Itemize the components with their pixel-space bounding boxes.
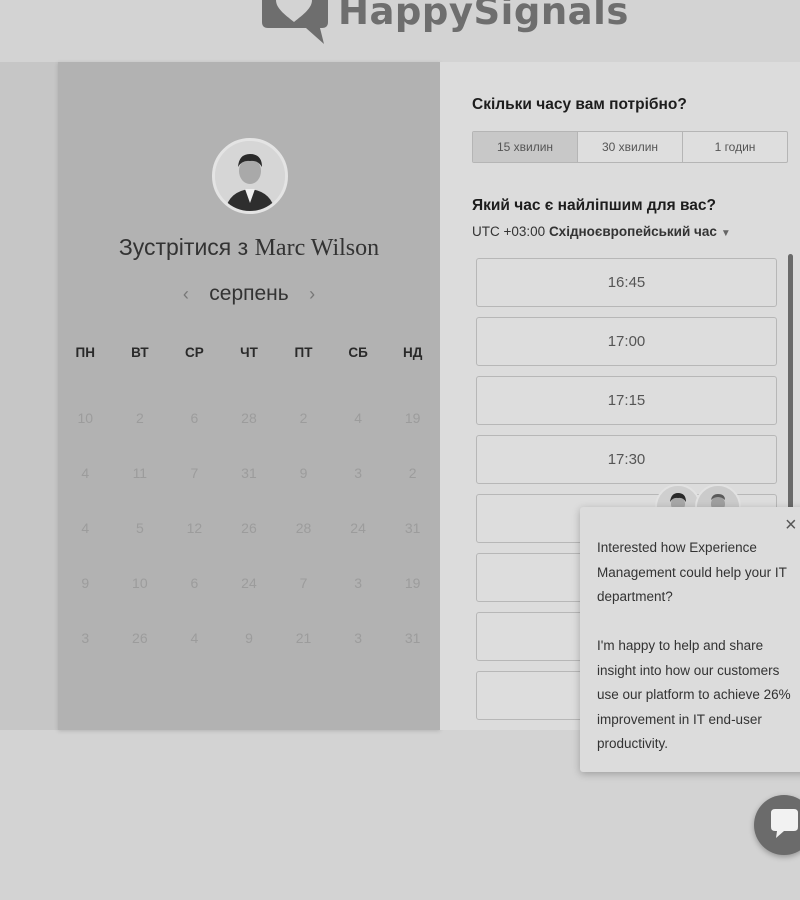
calendar-week-row: 4 11 7 31 9 3 2: [58, 445, 440, 500]
meeting-title-prefix: Зустрітися з: [118, 234, 249, 260]
weekday-label: ЧТ: [240, 344, 258, 360]
time-slot[interactable]: 17:15: [476, 376, 777, 425]
calendar-day[interactable]: 12: [167, 520, 222, 536]
header: HappySignals: [0, 0, 800, 48]
calendar-week-row: 9 10 6 24 7 3 19: [58, 555, 440, 610]
caret-down-icon: ▼: [720, 228, 731, 239]
popup-message-paragraph: I'm happy to help and share insight into…: [597, 638, 791, 751]
calendar-day[interactable]: 2: [385, 465, 440, 481]
time-slot[interactable]: 16:45: [476, 258, 777, 307]
duration-option-15[interactable]: 15 хвилин: [473, 132, 578, 162]
close-icon[interactable]: ×: [785, 515, 797, 535]
calendar-day[interactable]: 2: [113, 410, 168, 426]
calendar-day[interactable]: 31: [385, 520, 440, 536]
weekday-label: ВТ: [131, 344, 149, 360]
calendar-day[interactable]: 3: [58, 630, 113, 646]
calendar-day[interactable]: 4: [58, 465, 113, 481]
calendar-day[interactable]: 9: [58, 575, 113, 591]
weekday-header-row: ПН ВТ СР ЧТ ПТ СБ НД: [58, 337, 440, 367]
duration-title: Скільки часу вам потрібно?: [472, 96, 687, 113]
calendar-day[interactable]: 9: [222, 630, 277, 646]
calendar-day[interactable]: 7: [167, 465, 222, 481]
weekday-label: ПТ: [294, 344, 313, 360]
meeting-title: Зустрітися з Marc Wilson: [58, 234, 440, 262]
calendar-day[interactable]: 24: [331, 520, 386, 536]
chevron-right-icon[interactable]: ›: [299, 284, 325, 305]
time-slot[interactable]: 17:00: [476, 317, 777, 366]
calendar-day[interactable]: 4: [331, 410, 386, 426]
calendar-day[interactable]: 6: [167, 410, 222, 426]
host-avatar-image: [215, 141, 285, 211]
calendar-day[interactable]: 26: [113, 630, 168, 646]
duration-option-30[interactable]: 30 хвилин: [578, 132, 683, 162]
month-navigation: ‹ серпень ›: [58, 282, 440, 306]
calendar-day[interactable]: 2: [276, 410, 331, 426]
calendar-week-row: 4 5 12 26 28 24 31: [58, 500, 440, 555]
duration-option-60[interactable]: 1 годин: [683, 132, 787, 162]
weekday-label: НД: [402, 344, 423, 360]
chat-popup: × Interested how Experience Management c…: [580, 507, 800, 772]
calendar-day[interactable]: 4: [167, 630, 222, 646]
calendar-grid: ПН ВТ СР ЧТ ПТ СБ НД 10 2 6 28 2 4 19 4 …: [58, 337, 440, 665]
calendar-day[interactable]: 31: [385, 630, 440, 646]
backdrop-strip: [0, 62, 58, 730]
calendar-day[interactable]: 7: [276, 575, 331, 591]
calendar-day[interactable]: 19: [385, 410, 440, 426]
calendar-week-row: 10 2 6 28 2 4 19: [58, 390, 440, 445]
calendar-day[interactable]: 26: [222, 520, 277, 536]
weekday-label: ПН: [75, 344, 95, 360]
time-title: Який час є найліпшим для вас?: [472, 197, 716, 214]
calendar-day[interactable]: 10: [113, 575, 168, 591]
calendar-week-row: 3 26 4 9 21 3 31: [58, 610, 440, 665]
calendar-day[interactable]: 19: [385, 575, 440, 591]
calendar-day[interactable]: 28: [276, 520, 331, 536]
time-slot[interactable]: 17:30: [476, 435, 777, 484]
calendar-day[interactable]: 10: [58, 410, 113, 426]
calendar-day[interactable]: 11: [113, 465, 168, 481]
calendar-day[interactable]: 3: [331, 630, 386, 646]
calendar-day[interactable]: 21: [276, 630, 331, 646]
calendar-day[interactable]: 24: [222, 575, 277, 591]
host-avatar: [212, 138, 288, 214]
calendar-day[interactable]: 28: [222, 410, 277, 426]
chevron-left-icon[interactable]: ‹: [173, 284, 199, 305]
timezone-name: Східноєвропейський час: [548, 224, 717, 239]
calendar-day[interactable]: 9: [276, 465, 331, 481]
popup-message: Interested how Experience Management cou…: [597, 536, 797, 757]
calendar-day[interactable]: 31: [222, 465, 277, 481]
timezone-offset: UTC +03:00: [472, 224, 546, 239]
duration-selector: 15 хвилин 30 хвилин 1 годин: [472, 131, 788, 163]
happysignals-logo-icon: [262, 0, 328, 44]
popup-message-paragraph: Interested how Experience Management cou…: [597, 540, 787, 604]
calendar-panel: Зустрітися з Marc Wilson ‹ серпень › ПН …: [58, 62, 440, 730]
chat-launcher-button[interactable]: [754, 795, 800, 855]
calendar-day[interactable]: 3: [331, 465, 386, 481]
host-name: Marc Wilson: [254, 235, 380, 261]
brand-name: HappySignals: [338, 0, 629, 33]
weekday-label: СР: [185, 344, 204, 360]
weekday-label: СБ: [348, 344, 368, 360]
calendar-day[interactable]: 5: [113, 520, 168, 536]
month-label: серпень: [209, 282, 289, 305]
calendar-day[interactable]: 3: [331, 575, 386, 591]
chat-bubble-icon: [771, 809, 798, 838]
timezone-selector[interactable]: UTC +03:00 Східноєвропейський час ▼: [472, 224, 731, 239]
calendar-day[interactable]: 4: [58, 520, 113, 536]
calendar-day[interactable]: 6: [167, 575, 222, 591]
time-slots-scrollbar[interactable]: [788, 254, 793, 544]
